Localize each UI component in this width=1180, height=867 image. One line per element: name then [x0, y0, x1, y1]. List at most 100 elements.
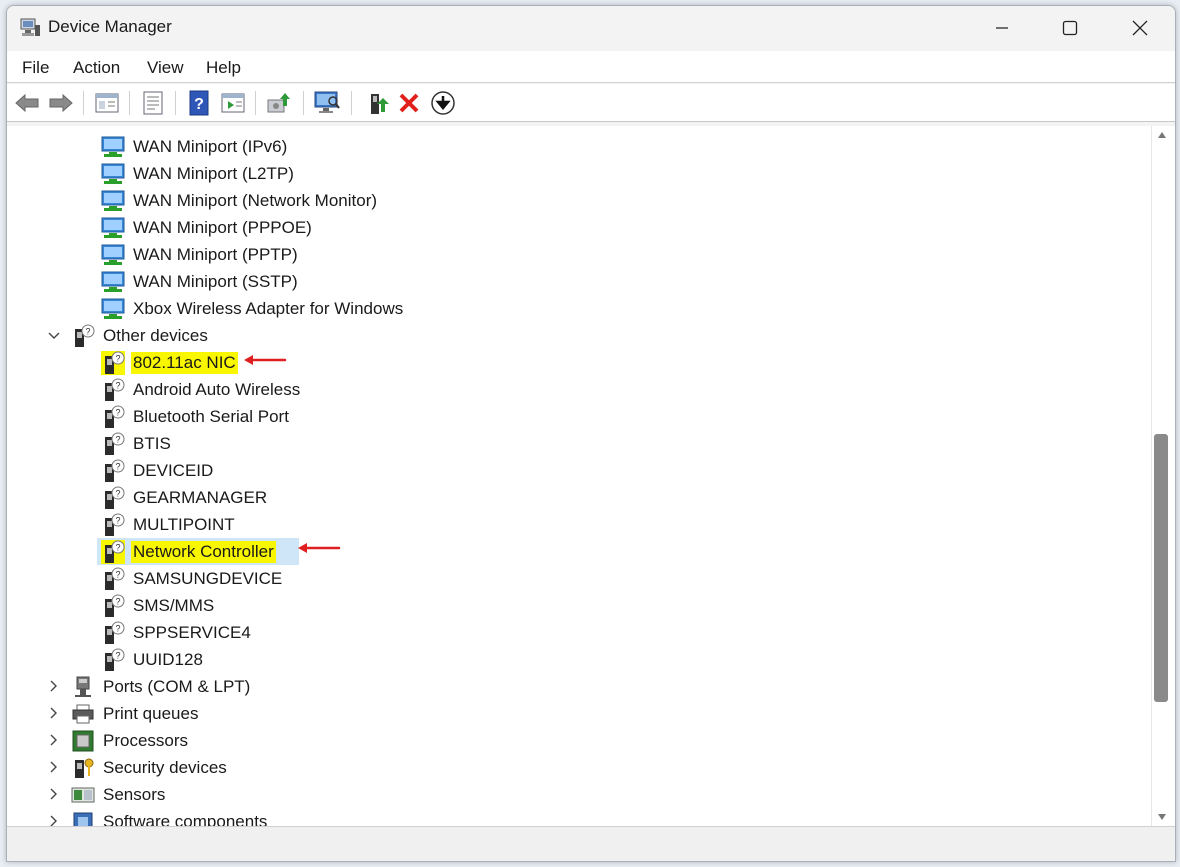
- enable-device-button[interactable]: [365, 89, 393, 117]
- sensor-icon: [71, 787, 95, 802]
- expand-toggle[interactable]: [47, 733, 61, 747]
- expand-toggle[interactable]: [47, 706, 61, 720]
- tree-item-label: 802.11ac NIC: [131, 351, 238, 374]
- tree-item[interactable]: ? SMS/MMS: [101, 592, 216, 619]
- uninstall-device-button[interactable]: [395, 89, 423, 117]
- category-sensors[interactable]: Sensors: [71, 781, 167, 808]
- tree-item[interactable]: ? MULTIPOINT: [101, 511, 237, 538]
- category-print-queues[interactable]: Print queues: [71, 700, 200, 727]
- tree-item[interactable]: WAN Miniport (SSTP): [101, 268, 300, 295]
- scan-hardware-button[interactable]: [313, 89, 341, 117]
- scroll-up-icon[interactable]: [1157, 130, 1167, 140]
- processor-icon: [72, 730, 94, 751]
- tree-item-label: GEARMANAGER: [133, 487, 268, 507]
- category-label: Other devices: [103, 325, 208, 345]
- svg-text:?: ?: [194, 96, 204, 113]
- tree-item-selected[interactable]: ? Network Controller: [101, 538, 276, 565]
- software-component-icon: [73, 812, 93, 826]
- back-button[interactable]: [13, 89, 41, 117]
- tree-item-label: WAN Miniport (PPTP): [133, 244, 298, 264]
- chevron-right-icon: [50, 761, 57, 773]
- network-adapter-icon: [101, 190, 125, 211]
- chevron-right-icon: [50, 734, 57, 746]
- category-other-devices[interactable]: ? Other devices: [71, 322, 210, 349]
- tree-item[interactable]: ? UUID128: [101, 646, 205, 673]
- category-security-devices[interactable]: Security devices: [71, 754, 229, 781]
- svg-text:?: ?: [115, 407, 120, 417]
- menu-bar: File Action View Help: [7, 51, 1175, 83]
- unknown-device-icon: ?: [101, 350, 125, 375]
- show-hide-tree-button[interactable]: [93, 89, 121, 117]
- expand-toggle[interactable]: [47, 787, 61, 801]
- tree-item[interactable]: WAN Miniport (L2TP): [101, 160, 296, 187]
- status-bar: [7, 826, 1175, 861]
- svg-text:?: ?: [115, 515, 120, 525]
- expand-toggle[interactable]: [47, 760, 61, 774]
- update-driver-button[interactable]: [265, 89, 293, 117]
- network-adapter-icon: [101, 163, 125, 184]
- tree-item[interactable]: ? 802.11ac NIC: [101, 349, 238, 376]
- help-icon: ?: [189, 90, 209, 116]
- tree-item-label: WAN Miniport (SSTP): [133, 271, 298, 291]
- help-button[interactable]: ?: [185, 89, 213, 117]
- svg-text:?: ?: [115, 542, 120, 552]
- update-driver-icon: [267, 93, 290, 113]
- category-ports[interactable]: Ports (COM & LPT): [71, 673, 252, 700]
- tree-item-label: MULTIPOINT: [133, 514, 235, 534]
- tree-item[interactable]: ? Android Auto Wireless: [101, 376, 302, 403]
- tree-item[interactable]: ? GEARMANAGER: [101, 484, 269, 511]
- tree-item[interactable]: ? SAMSUNGDEVICE: [101, 565, 284, 592]
- download-button[interactable]: [429, 89, 457, 117]
- toolbar: ?: [7, 84, 1175, 122]
- properties-button[interactable]: [139, 89, 167, 117]
- tree-item-label: SMS/MMS: [133, 595, 215, 615]
- security-key-icon: [75, 758, 94, 778]
- tree-item[interactable]: ? SPPSERVICE4: [101, 619, 253, 646]
- menu-action[interactable]: Action: [73, 58, 120, 78]
- minimize-button[interactable]: [967, 6, 1037, 50]
- close-button[interactable]: [1105, 6, 1175, 50]
- scroll-down-icon[interactable]: [1157, 812, 1167, 822]
- port-icon: [75, 676, 91, 697]
- tree-item[interactable]: WAN Miniport (Network Monitor): [101, 187, 379, 214]
- maximize-button[interactable]: [1035, 6, 1105, 50]
- tree-item-label: BTIS: [133, 433, 171, 453]
- tree-item[interactable]: ? BTIS: [101, 430, 173, 457]
- device-tree[interactable]: WAN Miniport (IPv6) WAN Miniport (L2TP) …: [7, 126, 1151, 826]
- tree-item[interactable]: ? Bluetooth Serial Port: [101, 403, 291, 430]
- tree-item-label: SAMSUNGDEVICE: [133, 568, 283, 588]
- expand-toggle[interactable]: [47, 814, 61, 826]
- tree-item[interactable]: WAN Miniport (IPv6): [101, 133, 289, 160]
- menu-file[interactable]: File: [22, 58, 49, 78]
- network-adapter-icon: [101, 244, 125, 265]
- category-label: Print queues: [103, 703, 199, 723]
- tree-item[interactable]: ? DEVICEID: [101, 457, 215, 484]
- category-label: Sensors: [103, 784, 166, 804]
- tree-item-label: UUID128: [133, 649, 203, 669]
- scrollbar-thumb[interactable]: [1154, 434, 1168, 702]
- tree-item[interactable]: WAN Miniport (PPTP): [101, 241, 300, 268]
- unknown-device-icon: ?: [105, 486, 125, 509]
- tree-item[interactable]: WAN Miniport (PPPOE): [101, 214, 314, 241]
- menu-help[interactable]: Help: [206, 58, 241, 78]
- unknown-device-icon: ?: [105, 459, 125, 482]
- view-button[interactable]: [219, 89, 247, 117]
- category-software-components[interactable]: Software components: [71, 808, 269, 826]
- tree-item-label: Bluetooth Serial Port: [133, 406, 289, 426]
- menu-view[interactable]: View: [147, 58, 184, 78]
- svg-text:?: ?: [115, 596, 120, 606]
- category-processors[interactable]: Processors: [71, 727, 190, 754]
- tree-item-label: WAN Miniport (IPv6): [133, 136, 288, 156]
- category-label: Processors: [103, 730, 189, 750]
- unknown-device-icon: ?: [105, 378, 125, 401]
- svg-text:?: ?: [115, 434, 120, 444]
- category-label: Security devices: [103, 757, 227, 777]
- forward-button[interactable]: [47, 89, 75, 117]
- network-adapter-icon: [101, 136, 125, 157]
- collapse-toggle[interactable]: [47, 329, 61, 343]
- chevron-right-icon: [50, 680, 57, 692]
- expand-toggle[interactable]: [47, 679, 61, 693]
- svg-text:?: ?: [115, 353, 120, 363]
- svg-text:?: ?: [115, 488, 120, 498]
- tree-item[interactable]: Xbox Wireless Adapter for Windows: [101, 295, 405, 322]
